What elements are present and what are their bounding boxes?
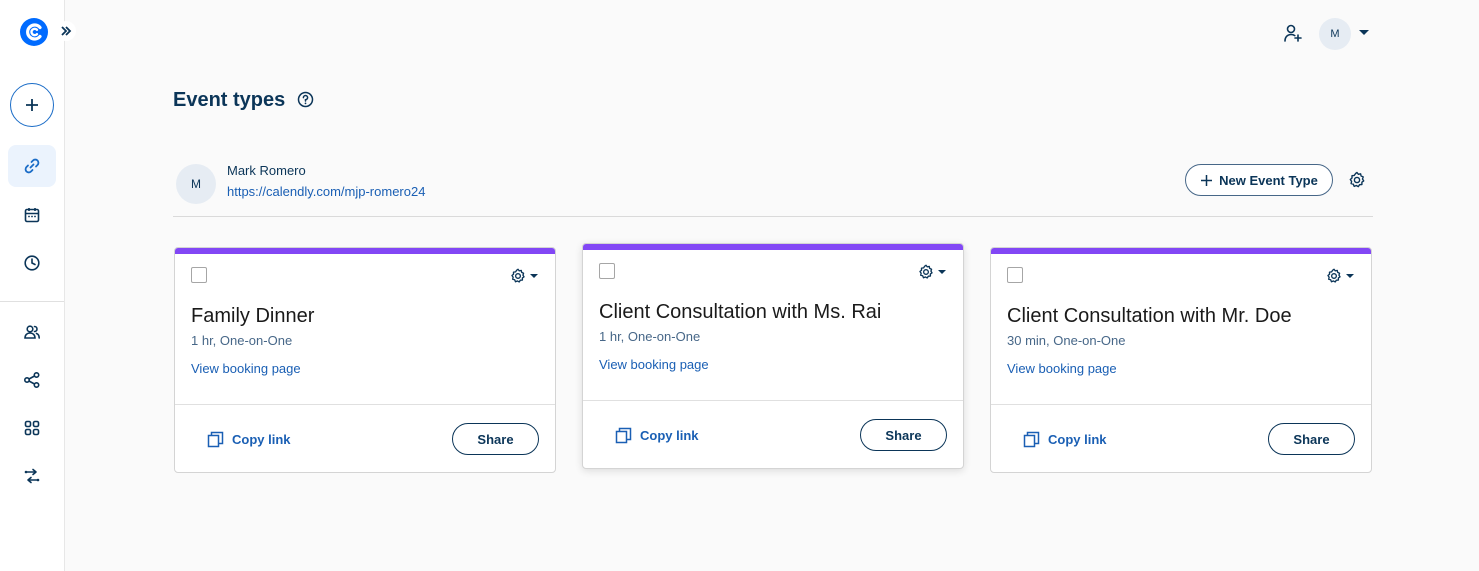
card-settings-button[interactable] xyxy=(1325,266,1355,286)
card-accent-bar xyxy=(991,248,1371,254)
new-event-type-button[interactable]: New Event Type xyxy=(1185,164,1333,196)
user-name: Mark Romero xyxy=(227,163,306,178)
event-title: Client Consultation with Ms. Rai xyxy=(599,301,882,323)
calendly-logo-icon[interactable] xyxy=(19,17,49,47)
card-checkbox[interactable] xyxy=(191,267,207,283)
copy-icon xyxy=(615,427,632,444)
copy-link-button[interactable]: Copy link xyxy=(207,431,291,448)
link-icon xyxy=(24,158,40,174)
add-user-icon[interactable] xyxy=(1282,22,1304,44)
people-icon xyxy=(24,325,40,339)
chevron-down-icon xyxy=(1346,274,1354,278)
copy-icon xyxy=(1023,431,1040,448)
sidebar-item-meetings[interactable] xyxy=(8,194,56,236)
view-booking-page-link[interactable]: View booking page xyxy=(1007,361,1117,376)
sidebar-item-scheduling[interactable] xyxy=(8,145,56,187)
card-settings-button[interactable] xyxy=(509,266,539,286)
card-divider xyxy=(175,404,555,405)
copy-icon xyxy=(207,431,224,448)
share-button[interactable]: Share xyxy=(1268,423,1355,455)
sidebar xyxy=(0,0,76,571)
create-button[interactable] xyxy=(10,83,54,127)
card-divider xyxy=(583,400,963,401)
user-avatar: M xyxy=(176,164,216,204)
card-divider xyxy=(991,404,1371,405)
event-card: Family Dinner 1 hr, One-on-One View book… xyxy=(174,247,556,473)
avatar[interactable]: M xyxy=(1319,18,1351,50)
gear-icon[interactable] xyxy=(1347,170,1367,190)
card-accent-bar xyxy=(583,244,963,250)
card-checkbox[interactable] xyxy=(1007,267,1023,283)
event-title: Family Dinner xyxy=(191,305,315,327)
new-event-type-label: New Event Type xyxy=(1219,172,1318,188)
sidebar-divider xyxy=(0,301,64,302)
apps-grid-icon xyxy=(24,420,40,436)
help-icon[interactable] xyxy=(297,91,314,108)
view-booking-page-link[interactable]: View booking page xyxy=(191,361,301,376)
card-accent-bar xyxy=(175,248,555,254)
copy-link-label: Copy link xyxy=(232,432,291,447)
event-title: Client Consultation with Mr. Doe xyxy=(1007,305,1292,327)
plus-icon xyxy=(1201,174,1213,186)
scheduling-link[interactable]: https://calendly.com/mjp-romero24 xyxy=(227,184,425,199)
chevron-down-icon[interactable] xyxy=(1359,30,1369,35)
copy-link-label: Copy link xyxy=(640,428,699,443)
sidebar-item-contacts[interactable] xyxy=(8,311,56,353)
page-title: Event types xyxy=(173,89,286,111)
event-card: Client Consultation with Ms. Rai 1 hr, O… xyxy=(582,243,964,469)
event-details: 30 min, One-on-One xyxy=(1007,333,1126,348)
copy-link-label: Copy link xyxy=(1048,432,1107,447)
chevron-down-icon xyxy=(530,274,538,278)
copy-link-button[interactable]: Copy link xyxy=(1023,431,1107,448)
double-chevron-right-icon[interactable] xyxy=(56,21,76,41)
share-button[interactable]: Share xyxy=(452,423,539,455)
workflow-icon xyxy=(23,371,40,389)
copy-link-button[interactable]: Copy link xyxy=(615,427,699,444)
event-card: Client Consultation with Mr. Doe 30 min,… xyxy=(990,247,1372,473)
plus-icon xyxy=(26,99,38,111)
card-checkbox[interactable] xyxy=(599,263,615,279)
sidebar-item-availability[interactable] xyxy=(8,242,56,284)
gear-icon xyxy=(511,268,525,283)
card-settings-button[interactable] xyxy=(917,262,947,282)
routing-icon xyxy=(24,468,40,484)
clock-icon xyxy=(24,255,40,271)
event-details: 1 hr, One-on-One xyxy=(191,333,293,348)
gear-icon xyxy=(919,264,933,279)
sidebar-item-routing[interactable] xyxy=(8,455,56,497)
gear-icon xyxy=(1327,268,1341,283)
event-details: 1 hr, One-on-One xyxy=(599,329,701,344)
sidebar-item-workflows[interactable] xyxy=(8,359,56,401)
header-divider xyxy=(173,216,1373,217)
calendar-icon xyxy=(24,208,40,223)
view-booking-page-link[interactable]: View booking page xyxy=(599,357,709,372)
share-button[interactable]: Share xyxy=(860,419,947,451)
chevron-down-icon xyxy=(938,270,946,274)
sidebar-item-integrations[interactable] xyxy=(8,407,56,449)
